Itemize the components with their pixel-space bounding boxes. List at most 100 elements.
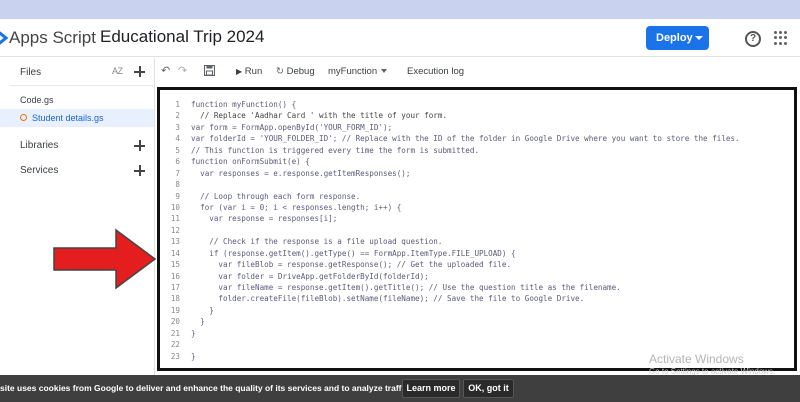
line-text[interactable]: for (var i = 0; i < responses.length; i+…: [191, 202, 401, 213]
deploy-button[interactable]: Deploy: [646, 26, 709, 50]
add-service-plus-icon[interactable]: [134, 165, 145, 176]
app-name[interactable]: Apps Script: [9, 28, 96, 48]
line-text[interactable]: // Loop through each form response.: [191, 191, 360, 202]
help-icon[interactable]: ?: [745, 31, 761, 47]
debug-icon: ↻: [276, 66, 284, 77]
line-text[interactable]: var response = responses[i];: [191, 213, 337, 224]
code-line[interactable]: 3 var form = FormApp.openById('YOUR_FORM_…: [160, 122, 794, 133]
editor-toolbar: ↶ ↷ ▶ Run ↻ Debug myFunction Execution l…: [156, 58, 800, 85]
line-number: 3: [175, 122, 180, 132]
code-line[interactable]: 5 // This function is triggered every tim…: [160, 145, 794, 156]
file-name: Code.gs: [20, 95, 54, 105]
code-line[interactable]: 4 var folderId = 'YOUR_FOLDER_ID'; // Rep…: [160, 133, 794, 144]
unsaved-changes-icon: [20, 114, 27, 121]
apps-script-logo-icon: [0, 31, 8, 45]
code-line[interactable]: 11 var response = responses[i];: [160, 213, 794, 224]
code-line[interactable]: 8: [160, 179, 794, 190]
code-line[interactable]: 21}: [160, 328, 794, 339]
line-number: 12: [170, 225, 180, 235]
libraries-heading: Libraries: [20, 140, 59, 151]
play-icon: ▶: [236, 67, 243, 76]
sidebar-divider: [10, 85, 153, 86]
cookie-message: site uses cookies from Google to deliver…: [0, 383, 411, 393]
files-heading: Files: [20, 67, 42, 78]
line-text[interactable]: }: [191, 316, 205, 327]
project-title[interactable]: Educational Trip 2024: [100, 27, 264, 47]
code-line[interactable]: 13 // Check if the response is a file up…: [160, 236, 794, 247]
line-text[interactable]: }: [191, 305, 214, 316]
code-line[interactable]: 10 for (var i = 0; i < responses.length;…: [160, 202, 794, 213]
chevron-down-icon: [695, 36, 703, 40]
code-line[interactable]: 19 }: [160, 305, 794, 316]
services-heading: Services: [20, 165, 59, 176]
line-text[interactable]: var responses = e.response.getItemRespon…: [191, 168, 410, 179]
line-text[interactable]: // This function is triggered every time…: [191, 145, 479, 156]
line-number: 16: [170, 271, 180, 281]
code-line[interactable]: 9 // Loop through each form response.: [160, 191, 794, 202]
line-text[interactable]: var fileName = response.getItem().getTit…: [191, 282, 620, 293]
save-icon[interactable]: [204, 65, 215, 76]
line-number: 7: [175, 168, 180, 178]
line-number: 17: [170, 283, 180, 292]
line-number: 6: [175, 157, 180, 167]
line-number: 2: [175, 111, 180, 121]
code-lines: 1 function myFunction() {2 // Replace 'Aa…: [160, 99, 794, 362]
line-number: 20: [170, 317, 180, 327]
line-number: 4: [175, 134, 180, 144]
line-text[interactable]: var form = FormApp.openById('YOUR_FORM_I…: [191, 122, 392, 133]
execution-log-button[interactable]: Execution log: [407, 66, 464, 77]
line-number: 23: [170, 351, 180, 361]
code-line[interactable]: 7 var responses = e.response.getItemResp…: [160, 168, 794, 179]
line-number: 8: [175, 180, 180, 190]
activate-windows-watermark: Activate Windows: [649, 352, 744, 366]
line-text[interactable]: }: [191, 351, 196, 362]
line-text[interactable]: if (response.getItem().getType() == Form…: [191, 248, 515, 259]
add-library-plus-icon[interactable]: [134, 140, 145, 151]
line-text[interactable]: // Check if the response is a file uploa…: [191, 236, 442, 247]
code-line[interactable]: 1 function myFunction() {: [160, 99, 794, 110]
line-number: 14: [170, 248, 180, 258]
code-line[interactable]: 22: [160, 339, 794, 350]
code-line[interactable]: 15 var fileBlob = response.getResponse()…: [160, 259, 794, 270]
file-item-student-details[interactable]: Student details.gs: [0, 109, 154, 127]
undo-icon[interactable]: ↶: [161, 64, 170, 77]
line-number: 19: [170, 305, 180, 315]
run-button[interactable]: ▶ Run: [236, 66, 262, 77]
line-text[interactable]: function myFunction() {: [191, 99, 296, 110]
file-item-code-gs[interactable]: Code.gs: [0, 91, 154, 109]
sort-az-icon[interactable]: AZ: [112, 66, 123, 76]
function-select[interactable]: myFunction: [328, 66, 388, 77]
line-text[interactable]: }: [191, 328, 196, 339]
code-line[interactable]: 16 var folder = DriveApp.getFolderById(f…: [160, 271, 794, 282]
chevron-down-icon: [381, 69, 388, 74]
line-text[interactable]: var fileBlob = response.getResponse(); /…: [191, 259, 511, 270]
debug-button[interactable]: ↻ Debug: [276, 66, 315, 77]
code-line[interactable]: 18 folder.createFile(fileBlob).setName(f…: [160, 293, 794, 304]
code-line[interactable]: 17 var fileName = response.getItem().get…: [160, 282, 794, 293]
line-text[interactable]: folder.createFile(fileBlob).setName(file…: [191, 293, 584, 304]
line-number: 21: [170, 328, 180, 338]
line-text[interactable]: var folder = DriveApp.getFolderById(fold…: [191, 271, 428, 282]
line-number: 15: [170, 260, 180, 270]
code-line[interactable]: 6 function onFormSubmit(e) {: [160, 156, 794, 167]
line-text[interactable]: function onFormSubmit(e) {: [191, 156, 310, 167]
code-line[interactable]: 20 }: [160, 316, 794, 327]
line-number: 22: [170, 340, 180, 350]
code-line[interactable]: 2 // Replace 'Aadhar Card ' with the tit…: [160, 110, 794, 121]
code-line[interactable]: 12: [160, 225, 794, 236]
line-text[interactable]: var folderId = 'YOUR_FOLDER_ID'; // Repl…: [191, 133, 740, 144]
line-number: 10: [170, 202, 180, 212]
add-file-plus-icon[interactable]: [134, 66, 145, 77]
file-name: Student details.gs: [32, 113, 104, 123]
sidebar: Files AZ Code.gs Student details.gs Libr…: [0, 58, 155, 378]
code-line[interactable]: 14 if (response.getItem().getType() == F…: [160, 248, 794, 259]
ok-got-it-button[interactable]: OK, got it: [463, 379, 514, 398]
code-editor[interactable]: 1 function myFunction() {2 // Replace 'Aa…: [157, 87, 797, 371]
learn-more-button[interactable]: Learn more: [402, 379, 460, 398]
redo-icon[interactable]: ↷: [178, 64, 187, 77]
execution-log-label: Execution log: [407, 66, 465, 77]
run-label: Run: [244, 66, 263, 77]
google-apps-icon[interactable]: [774, 31, 788, 45]
line-text[interactable]: // Replace 'Aadhar Card ' with the title…: [191, 110, 447, 121]
line-number: 13: [170, 237, 180, 247]
